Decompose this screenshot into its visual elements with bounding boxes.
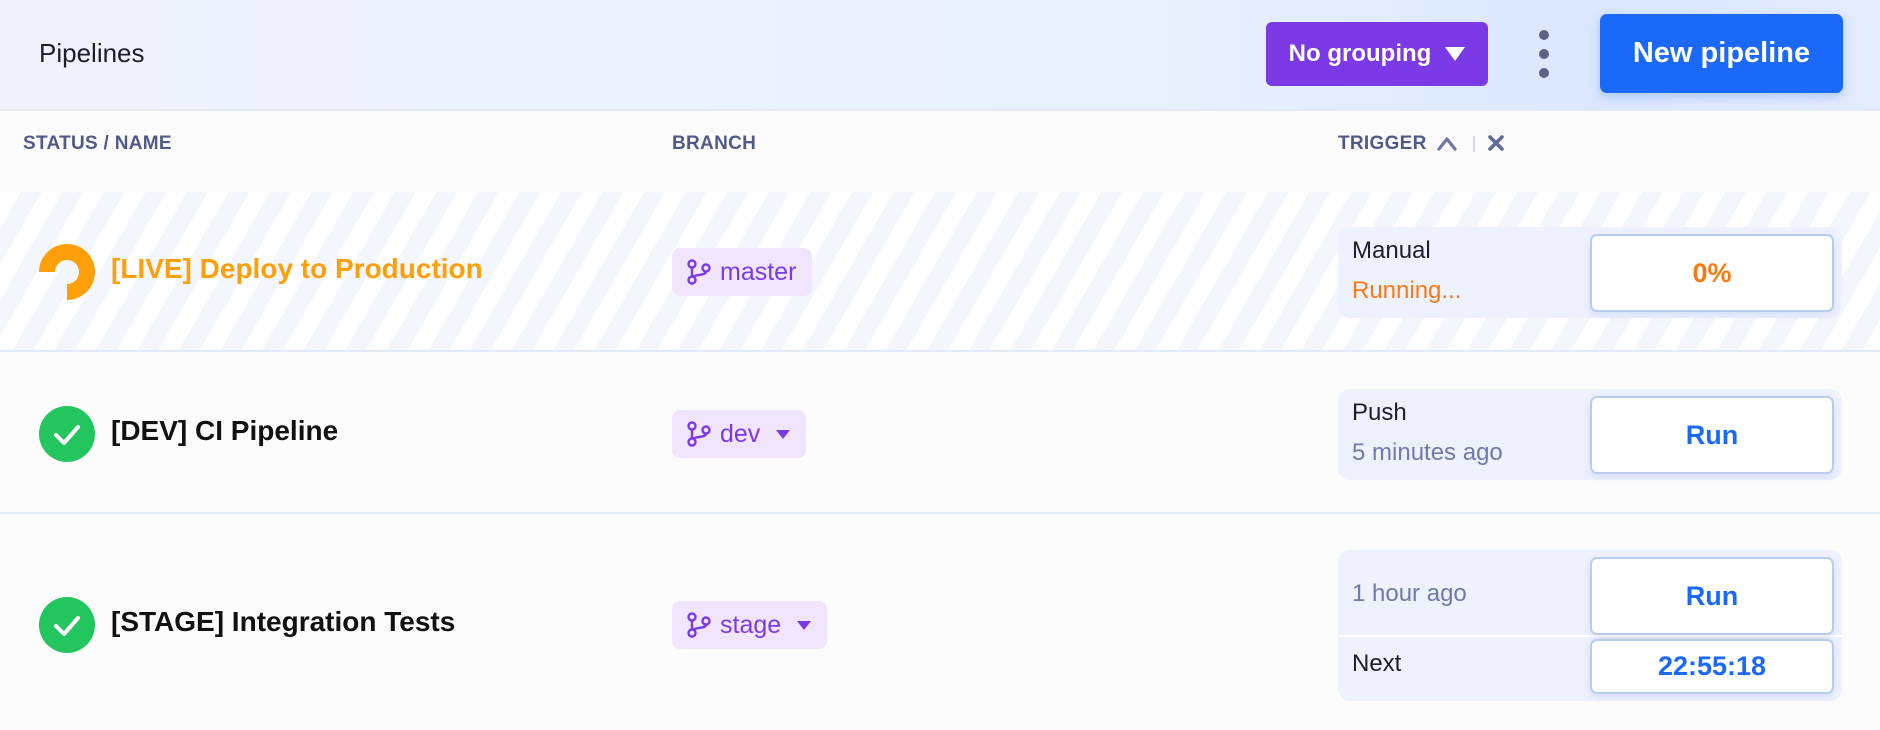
check-circle-icon xyxy=(39,597,95,653)
git-branch-icon xyxy=(687,259,711,285)
progress-indicator: 0% xyxy=(1590,234,1834,312)
branch-dropdown[interactable]: dev xyxy=(672,410,807,458)
trigger-type: Manual xyxy=(1352,237,1431,264)
panel-divider xyxy=(1338,635,1842,637)
pipeline-name[interactable]: [DEV] CI Pipeline xyxy=(111,415,338,447)
caret-down-icon xyxy=(776,429,791,439)
running-pie-icon xyxy=(39,244,95,300)
more-options-icon[interactable] xyxy=(1532,30,1556,78)
run-button[interactable]: Run xyxy=(1590,557,1834,635)
trigger-panel: Push 5 minutes ago Run xyxy=(1338,389,1842,480)
last-run-time: 1 hour ago xyxy=(1352,580,1467,607)
pipeline-row[interactable]: [DEV] CI Pipeline dev Push 5 minutes ago… xyxy=(0,354,1880,514)
column-header-branch[interactable]: BRANCH xyxy=(672,133,756,155)
new-pipeline-button[interactable]: New pipeline xyxy=(1600,14,1843,93)
next-run-label: Next xyxy=(1352,650,1402,677)
column-header-status-name[interactable]: STATUS / NAME xyxy=(23,133,172,155)
check-circle-icon xyxy=(39,406,95,462)
grouping-dropdown[interactable]: No grouping xyxy=(1266,22,1488,86)
trigger-panel: Manual Running... 0% xyxy=(1338,227,1842,318)
pipeline-row[interactable]: [STAGE] Integration Tests stage 1 hour a… xyxy=(0,516,1880,730)
trigger-type: Push xyxy=(1352,399,1407,426)
branch-name: dev xyxy=(720,419,761,448)
sort-ascending-icon[interactable] xyxy=(1436,134,1458,152)
git-branch-icon xyxy=(687,421,711,447)
pipeline-name[interactable]: [LIVE] Deploy to Production xyxy=(111,253,483,285)
branch-badge[interactable]: master xyxy=(672,248,813,296)
next-run-countdown: 22:55:18 xyxy=(1590,639,1834,694)
page-header: Pipelines No grouping New pipeline xyxy=(0,0,1880,111)
trigger-panel: 1 hour ago Next Run 22:55:18 xyxy=(1338,550,1842,701)
column-header-trigger[interactable]: TRIGGER xyxy=(1338,133,1427,155)
caret-down-icon xyxy=(797,620,812,630)
caret-down-icon xyxy=(1445,47,1466,61)
branch-dropdown[interactable]: stage xyxy=(672,601,828,649)
header-divider xyxy=(1473,136,1475,152)
branch-name: master xyxy=(720,257,797,286)
run-button[interactable]: Run xyxy=(1590,396,1834,474)
branch-name: stage xyxy=(720,610,782,639)
page-title: Pipelines xyxy=(39,38,145,68)
grouping-label: No grouping xyxy=(1288,40,1432,67)
pipeline-name[interactable]: [STAGE] Integration Tests xyxy=(111,606,455,638)
last-run-time: 5 minutes ago xyxy=(1352,439,1503,466)
pipeline-row[interactable]: [LIVE] Deploy to Production master Manua… xyxy=(0,192,1880,352)
clear-sort-icon[interactable] xyxy=(1486,133,1506,153)
trigger-status: Running... xyxy=(1352,277,1462,304)
git-branch-icon xyxy=(687,612,711,638)
